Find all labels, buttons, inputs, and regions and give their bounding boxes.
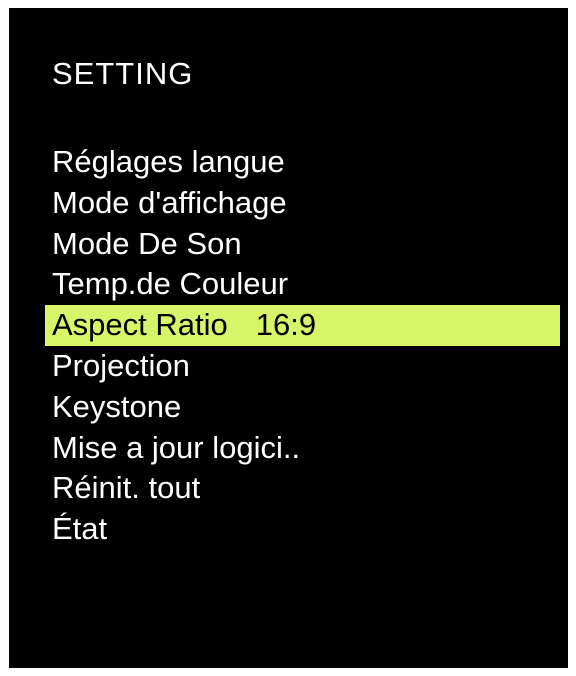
menu-item-label: Mode d'affichage	[52, 184, 287, 220]
menu-item-keystone[interactable]: Keystone	[45, 387, 565, 428]
menu-item-status[interactable]: État	[45, 509, 565, 550]
aspect-ratio-value: 16:9	[255, 307, 317, 343]
menu-item-label: Mise a jour logici..	[52, 429, 301, 465]
menu-item-display-mode[interactable]: Mode d'affichage	[45, 183, 565, 224]
menu-item-label: Aspect Ratio	[52, 307, 228, 343]
menu-item-label: État	[52, 511, 108, 547]
menu-item-label: Réglages langue	[52, 144, 285, 179]
page-title: SETTING	[52, 56, 194, 91]
menu-item-color-temp[interactable]: Temp.de Couleur	[45, 264, 565, 305]
menu-item-reset-all[interactable]: Réinit. tout	[45, 468, 565, 509]
menu-item-label: Temp.de Couleur	[52, 266, 289, 302]
menu-item-aspect-ratio[interactable]: Aspect Ratio 16:9	[45, 305, 560, 346]
menu-item-software-update[interactable]: Mise a jour logici..	[45, 428, 565, 469]
menu-item-projection[interactable]: Projection	[45, 346, 565, 387]
menu-item-language[interactable]: Réglages langue	[45, 142, 565, 183]
menu-item-label: Keystone	[52, 388, 182, 424]
menu-item-label: Mode De Son	[52, 225, 242, 261]
settings-menu: Réglages langue Mode d'affichage Mode De…	[45, 142, 565, 550]
menu-item-label: Réinit. tout	[52, 470, 201, 506]
menu-item-sound-mode[interactable]: Mode De Son	[45, 224, 565, 265]
menu-item-label: Projection	[52, 347, 190, 383]
settings-screen: SETTING Réglages langue Mode d'affichage…	[9, 8, 568, 668]
